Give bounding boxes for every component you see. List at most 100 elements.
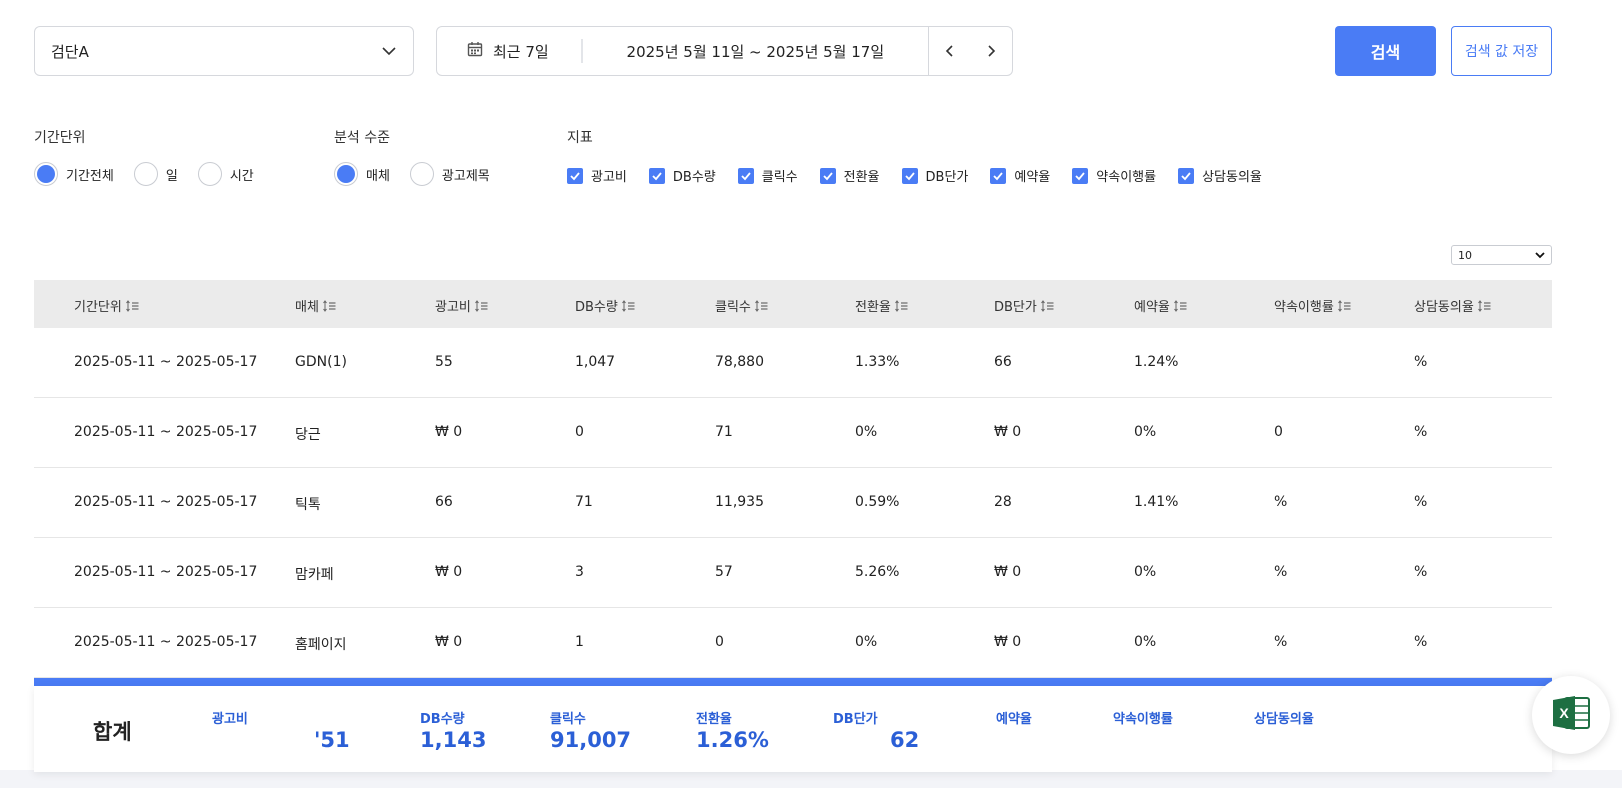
table-cell: %: [1414, 354, 1428, 370]
table-cell: 맘카페: [295, 567, 334, 583]
column-header: DB단가: [994, 296, 1054, 315]
chevron-left-icon[interactable]: [935, 36, 965, 66]
metric-option[interactable]: DB수량: [648, 166, 716, 185]
table-cell: 66: [994, 354, 1012, 370]
level-option-label: 매체: [366, 168, 390, 184]
table-cell: 2025-05-11 ~ 2025-05-17: [74, 634, 258, 650]
metric-option[interactable]: 전환율: [819, 166, 880, 185]
metric-option[interactable]: 상담동의율: [1178, 166, 1262, 185]
column-header-label: 광고비: [435, 300, 471, 315]
check-icon[interactable]: [901, 167, 918, 184]
check-icon[interactable]: [1178, 167, 1195, 184]
check-icon[interactable]: [819, 167, 836, 184]
table-row: 2025-05-11 ~ 2025-05-17 홈페이지 ₩ 0 1 0 0% ₩ 0 0%%…: [34, 608, 1552, 678]
column-header: 전환율: [855, 296, 908, 315]
chevron-down-icon: [381, 43, 397, 63]
period-option-label: 기간전체: [66, 168, 114, 184]
table-cell: 당근: [295, 427, 321, 443]
table-cell: 71: [715, 424, 733, 440]
sort-icon[interactable]: [1477, 299, 1491, 312]
table-row: 2025-05-11 ~ 2025-05-17 틱톡 66 71 11,935 0.59%…: [34, 468, 1552, 538]
table-cell: ₩ 0: [994, 634, 1022, 650]
excel-icon: X: [1551, 694, 1591, 736]
radio-unchecked[interactable]: [133, 162, 158, 186]
period-option-hour[interactable]: 시간: [197, 162, 254, 186]
check-icon[interactable]: [648, 167, 665, 184]
table-cell: 틱톡: [295, 497, 321, 513]
column-header-label: 클릭수: [715, 300, 751, 315]
metric-label: 지표: [567, 130, 593, 146]
table-cell: 0%: [855, 424, 878, 440]
check-icon[interactable]: [990, 167, 1007, 184]
metric-option[interactable]: 예약율: [990, 166, 1050, 185]
table-cell: ₩ 0: [994, 564, 1022, 580]
metric-option-label: 전환율: [843, 170, 880, 185]
save-search-button[interactable]: 검색 값 저장: [1451, 26, 1552, 76]
radio-unchecked[interactable]: [409, 162, 434, 186]
metric-option[interactable]: 광고비: [567, 166, 627, 185]
table-cell: 55: [435, 354, 453, 370]
sort-icon[interactable]: [754, 299, 768, 312]
chevron-right-icon[interactable]: [976, 36, 1006, 66]
sort-icon[interactable]: [1173, 299, 1187, 312]
date-preset-button[interactable]: 최근 7일: [437, 27, 581, 75]
sort-icon[interactable]: [125, 299, 139, 312]
check-icon[interactable]: [1072, 167, 1089, 184]
chevron-down-icon: [1535, 249, 1545, 262]
sort-icon[interactable]: [474, 299, 488, 312]
analysis-level-options: 매체 광고제목: [334, 162, 510, 186]
sort-icon[interactable]: [323, 299, 336, 312]
period-option-all[interactable]: 기간전체: [34, 162, 114, 186]
metric-option[interactable]: 클릭수: [737, 166, 798, 185]
group-select[interactable]: 검단A: [34, 26, 414, 76]
radio-checked[interactable]: [334, 162, 358, 186]
total-label: 약속이행률: [1113, 712, 1173, 727]
table-cell: %: [1414, 424, 1428, 440]
date-preset-label: 최근 7일: [493, 42, 549, 61]
sort-icon[interactable]: [894, 299, 908, 312]
check-icon[interactable]: [737, 167, 754, 184]
table-cell: %: [1274, 494, 1288, 510]
page-size-select[interactable]: 10: [1451, 245, 1552, 265]
table-row: 2025-05-11 ~ 2025-05-17 GDN(1) 55 1,047 78,8…: [34, 328, 1552, 398]
table-cell: 3: [575, 564, 584, 580]
column-header: 기간단위: [74, 296, 139, 315]
radio-unchecked[interactable]: [197, 162, 222, 186]
radio-checked[interactable]: [34, 162, 58, 186]
search-button[interactable]: 검색: [1335, 26, 1436, 76]
column-header-label: 예약율: [1134, 300, 1170, 315]
table-cell: ₩ 0: [435, 424, 463, 440]
period-option-label: 시간: [229, 168, 254, 184]
column-header-label: DB단가: [994, 300, 1037, 315]
total-value: 1,143: [420, 728, 487, 752]
metric-option-label: DB단가: [925, 170, 969, 185]
total-summary: 합계 광고비 '51 DB수량 1,143 클릭수 91,007 전환율 1.26% DB단가 6…: [34, 686, 1552, 772]
total-value: 1.26%: [696, 728, 769, 752]
table-cell: 1,047: [575, 354, 616, 370]
total-label: 클릭수: [550, 712, 586, 727]
table-cell: 2025-05-11 ~ 2025-05-17: [74, 424, 258, 440]
table-cell: 57: [715, 564, 733, 580]
sort-icon[interactable]: [1337, 299, 1351, 312]
metric-option[interactable]: DB단가: [901, 166, 969, 185]
date-range-text[interactable]: 2025년 5월 11일 ~ 2025년 5월 17일: [583, 41, 928, 62]
table-cell: ₩ 0: [435, 634, 463, 650]
column-header: 약속이행률: [1274, 296, 1351, 315]
metric-option[interactable]: 약속이행률: [1072, 166, 1156, 185]
analysis-level-label: 분석 수준: [334, 130, 390, 146]
period-option-label: 일: [165, 168, 178, 184]
level-option-label: 광고제목: [441, 168, 490, 184]
sort-icon[interactable]: [1040, 299, 1054, 312]
column-header-label: 약속이행률: [1274, 300, 1334, 315]
period-unit-options: 기간전체 일 시간: [34, 162, 274, 186]
table-cell: 0: [575, 424, 584, 440]
excel-download-button[interactable]: X: [1532, 676, 1610, 754]
sort-icon[interactable]: [621, 299, 635, 312]
column-header: 상담동의율: [1414, 296, 1491, 315]
total-title: 합계: [93, 720, 132, 744]
check-icon[interactable]: [567, 167, 583, 184]
level-option-ad-title[interactable]: 광고제목: [409, 162, 490, 186]
period-option-day[interactable]: 일: [133, 162, 178, 186]
table-cell: 0: [1274, 424, 1283, 440]
level-option-media[interactable]: 매체: [334, 162, 390, 186]
